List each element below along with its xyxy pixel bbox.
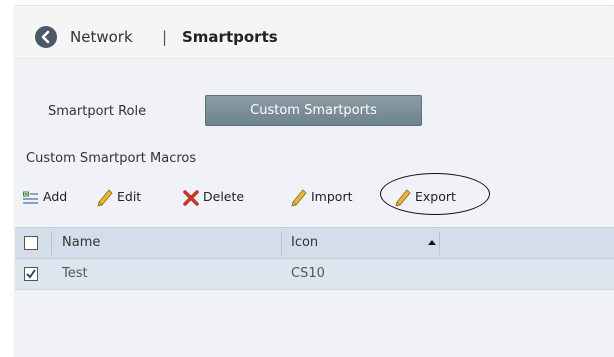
pencil-icon — [291, 188, 307, 207]
edit-label: Edit — [117, 189, 142, 204]
breadcrumb-network[interactable]: Network — [70, 26, 133, 48]
sort-ascending-icon[interactable] — [428, 240, 436, 245]
table-row[interactable]: Test CS10 — [15, 259, 614, 290]
row-checkbox[interactable] — [24, 267, 38, 281]
checkmark-icon — [26, 269, 36, 279]
page-title: Smartports — [182, 28, 278, 46]
add-button[interactable]: Add — [23, 186, 67, 208]
row-name: Test — [62, 266, 88, 281]
add-label: Add — [43, 189, 68, 204]
import-label: Import — [311, 189, 353, 204]
tab-smartport-role[interactable]: Smartport Role — [48, 97, 146, 127]
column-divider — [439, 231, 440, 255]
import-button[interactable]: Import — [291, 186, 353, 208]
toolbar: Add Edit Delete Import Export — [15, 182, 614, 212]
tab-custom-smartports[interactable]: Custom Smartports — [205, 95, 422, 126]
add-icon — [23, 191, 39, 205]
macros-table: Name Icon Test CS10 — [15, 227, 614, 290]
breadcrumb-separator: | — [162, 28, 168, 46]
column-header-icon[interactable]: Icon — [291, 228, 318, 258]
delete-x-icon — [183, 189, 199, 206]
edit-button[interactable]: Edit — [97, 186, 141, 208]
delete-label: Delete — [203, 189, 245, 204]
column-divider — [51, 231, 52, 255]
select-all-checkbox[interactable] — [24, 236, 38, 250]
delete-button[interactable]: Delete — [183, 186, 244, 208]
section-title: Custom Smartport Macros — [26, 151, 197, 166]
row-icon-value: CS10 — [291, 266, 325, 281]
pencil-icon — [395, 188, 411, 207]
title-bar: Network | Smartports — [15, 6, 614, 59]
column-header-name[interactable]: Name — [62, 228, 100, 258]
export-label: Export — [415, 189, 456, 204]
column-divider — [281, 231, 282, 255]
export-button[interactable]: Export — [395, 186, 456, 208]
pencil-icon — [97, 188, 113, 207]
back-icon[interactable] — [35, 26, 57, 48]
table-header: Name Icon — [15, 227, 614, 259]
smartports-panel: Network | Smartports Smartport Role Cust… — [15, 5, 614, 357]
